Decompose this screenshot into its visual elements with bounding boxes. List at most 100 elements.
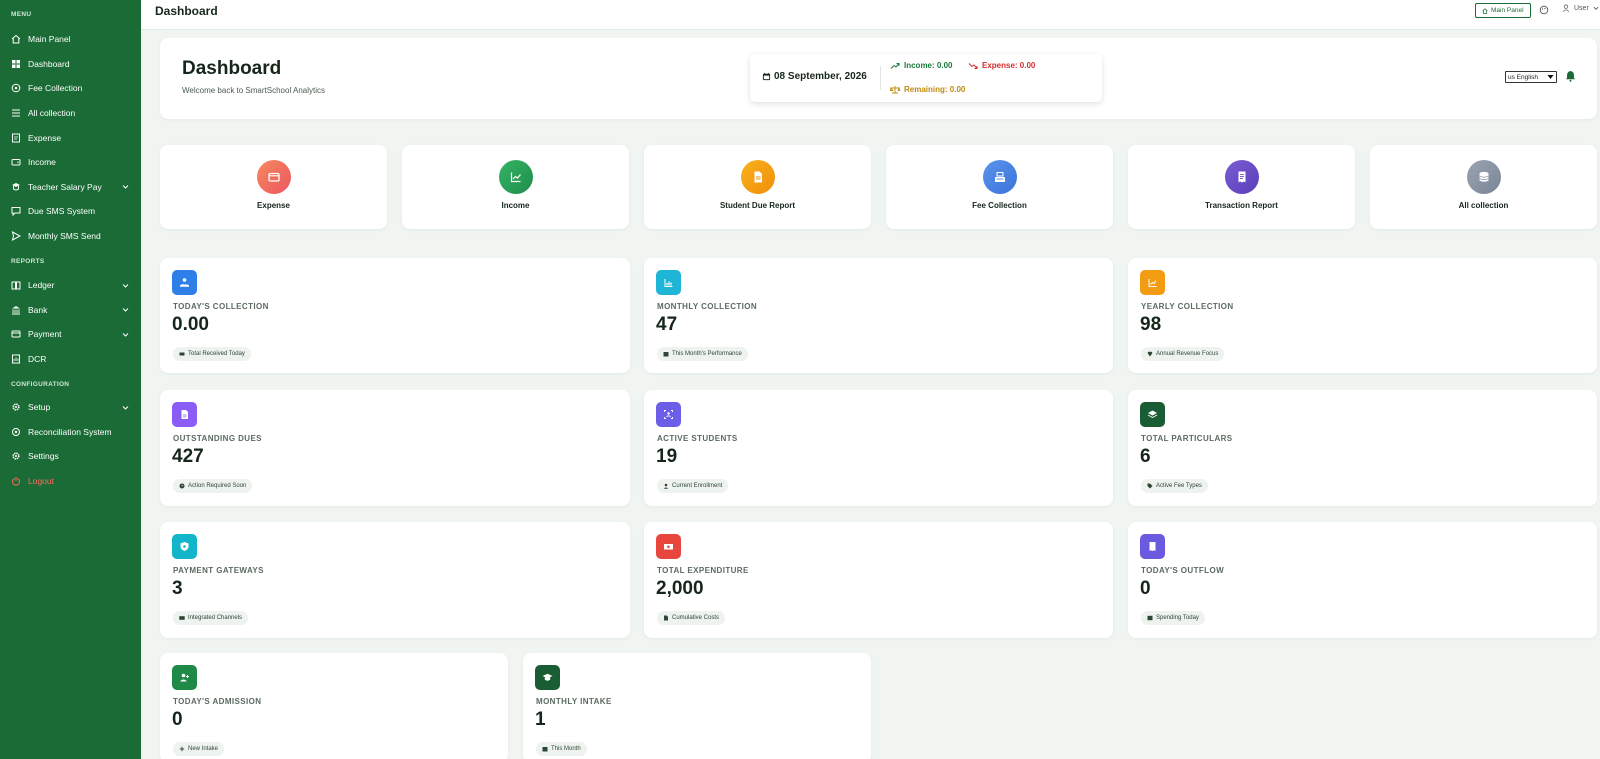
main-panel-button[interactable]: Main Panel	[1475, 3, 1531, 18]
chevron-down-icon	[122, 405, 129, 410]
sidebar-item-ledger[interactable]: Ledger	[0, 273, 141, 298]
line-chart-icon	[1148, 279, 1157, 287]
stat-badge: Active Fee Types	[1141, 479, 1208, 493]
stat-badge-text: Annual Revenue Focus	[1156, 351, 1219, 357]
stat-card-total-expenditure[interactable]: Total Expenditure 2,000 Cumulative Costs	[644, 522, 1113, 638]
stat-card-outstanding-dues[interactable]: Outstanding Dues 427 Action Required Soo…	[160, 390, 630, 506]
sidebar-item-reconciliation-system[interactable]: Reconciliation System	[0, 420, 141, 445]
chevron-down-icon	[122, 333, 129, 337]
credit-card-icon	[179, 616, 185, 620]
sidebar-item-teacher-salary-pay[interactable]: Teacher Salary Pay	[0, 175, 141, 200]
sidebar-item-label: Payment	[28, 329, 62, 340]
stat-badge-text: Spending Today	[1156, 615, 1199, 621]
language-select[interactable]: us English	[1505, 71, 1557, 83]
stat-card-monthly-intake[interactable]: Monthly Intake 1 This Month	[523, 653, 871, 759]
sidebar-item-dcr[interactable]: DCR	[0, 347, 141, 372]
quick-label: Student Due Report	[719, 201, 796, 210]
sidebar-item-label: Monthly SMS Send	[28, 231, 101, 242]
trend-up-icon	[890, 62, 900, 69]
stat-badge: Annual Revenue Focus	[1141, 347, 1225, 361]
stat-badge-text: Cumulative Costs	[672, 615, 720, 621]
dashboard-title: Dashboard	[182, 58, 282, 79]
stat-card-total-particulars[interactable]: Total Particulars 6 Active Fee Types	[1128, 390, 1597, 506]
calendar-icon	[663, 352, 669, 357]
sidebar-item-label: Logout	[28, 476, 54, 487]
sidebar-item-label: Due SMS System	[28, 206, 96, 217]
wallet-icon	[11, 157, 21, 167]
quick-income[interactable]: Income	[402, 145, 629, 229]
quick-label: Fee Collection	[972, 201, 1027, 210]
stat-value: 3	[172, 578, 183, 599]
quick-expense[interactable]: Expense	[160, 145, 387, 229]
quick-icon-fee-collection	[982, 160, 1017, 194]
calendar-icon	[542, 747, 548, 752]
calendar-icon	[762, 72, 771, 81]
stat-value: 19	[656, 446, 678, 467]
sidebar-item-logout[interactable]: Logout	[0, 469, 141, 494]
quick-transaction-report[interactable]: Transaction Report	[1128, 145, 1355, 229]
stat-icon	[1140, 270, 1165, 295]
stat-label: Yearly Collection	[1141, 302, 1234, 311]
stat-label: Monthly Intake	[536, 697, 612, 706]
stat-card-active-students[interactable]: Active Students 19 Current Enrollment	[644, 390, 1113, 506]
quick-all-collection[interactable]: All collection	[1370, 145, 1597, 229]
stat-label: Payment Gateways	[173, 566, 264, 575]
sidebar-item-payment[interactable]: Payment	[0, 322, 141, 347]
stat-badge: Cumulative Costs	[657, 611, 726, 625]
sidebar-item-bank[interactable]: Bank	[0, 298, 141, 323]
page-title: Dashboard	[155, 4, 218, 18]
home-icon	[1482, 7, 1488, 14]
trend-down-icon	[968, 62, 978, 69]
stat-value: 0	[1140, 578, 1151, 599]
quick-student-due-report[interactable]: Student Due Report	[644, 145, 871, 229]
stat-label: Active Students	[657, 434, 738, 443]
stat-value: 6	[1140, 446, 1151, 467]
stat-icon	[535, 665, 560, 690]
plus-icon	[179, 746, 185, 752]
expense-summary: Expense: 0.00	[968, 61, 1035, 70]
logout-icon	[11, 476, 21, 486]
stat-badge-text: Active Fee Types	[1156, 483, 1202, 489]
palette-icon[interactable]	[1539, 5, 1549, 15]
sidebar-item-all-collection[interactable]: All collection	[0, 101, 141, 126]
sidebar-item-settings[interactable]: Settings	[0, 444, 141, 469]
stat-badge: Spending Today	[1141, 611, 1205, 625]
stat-badge-text: Current Enrollment	[672, 483, 723, 489]
stat-card-todays-outflow[interactable]: Today's Outflow 0 Spending Today	[1128, 522, 1597, 638]
stat-icon	[172, 665, 197, 690]
bell-icon[interactable]	[1565, 70, 1576, 82]
income-text: Income: 0.00	[904, 61, 953, 70]
sidebar-item-expense[interactable]: Expense	[0, 125, 141, 150]
sidebar-item-label: Settings	[28, 451, 59, 462]
stat-value: 1	[535, 709, 546, 730]
quick-label: Transaction Report	[1205, 201, 1278, 210]
cash-icon	[1147, 615, 1153, 621]
sidebar-item-main-panel[interactable]: Main Panel	[0, 27, 141, 52]
stat-badge: New Intake	[173, 742, 225, 756]
stat-card-todays-collection[interactable]: Today's Collection 0.00 Total Received T…	[160, 258, 630, 373]
user-menu[interactable]: User	[1562, 4, 1599, 12]
remaining-summary: Remaining: 0.00	[890, 85, 965, 94]
current-date: 08 September, 2026	[762, 71, 867, 82]
sidebar-item-income[interactable]: Income	[0, 150, 141, 175]
stat-card-todays-admission[interactable]: Today's Admission 0 New Intake	[160, 653, 508, 759]
sidebar-section-menu: MENU	[11, 11, 32, 18]
stat-label: Total Particulars	[1141, 434, 1233, 443]
quick-fee-collection[interactable]: Fee Collection	[886, 145, 1113, 229]
stat-icon	[1140, 402, 1165, 427]
id-card-icon	[664, 410, 673, 419]
student-icon	[663, 483, 669, 489]
sidebar-item-setup[interactable]: Setup	[0, 395, 141, 420]
cash-register-icon	[994, 172, 1005, 182]
stat-badge: This Month's Performance	[657, 347, 748, 361]
stat-badge-text: Total Received Today	[188, 351, 245, 357]
stat-card-monthly-collection[interactable]: Monthly Collection 47 This Month's Perfo…	[644, 258, 1113, 373]
sidebar-item-dashboard[interactable]: Dashboard	[0, 52, 141, 77]
sidebar-item-monthly-sms-send[interactable]: Monthly SMS Send	[0, 224, 141, 249]
sidebar-item-due-sms-system[interactable]: Due SMS System	[0, 199, 141, 224]
stat-card-payment-gateways[interactable]: Payment Gateways 3 Integrated Channels	[160, 522, 630, 638]
sidebar-item-label: Teacher Salary Pay	[28, 181, 102, 192]
stat-card-yearly-collection[interactable]: Yearly Collection 98 Annual Revenue Focu…	[1128, 258, 1597, 373]
sidebar-item-fee-collection[interactable]: Fee Collection	[0, 76, 141, 101]
stat-badge: Integrated Channels	[173, 611, 249, 625]
